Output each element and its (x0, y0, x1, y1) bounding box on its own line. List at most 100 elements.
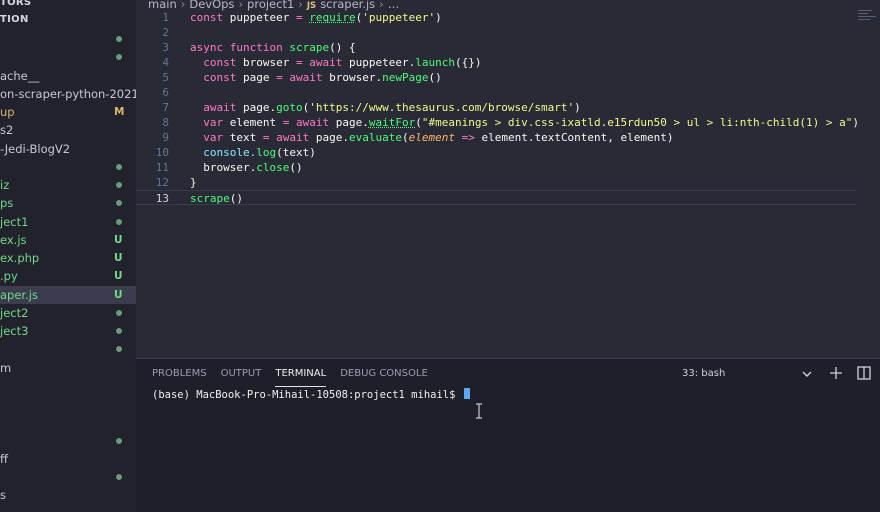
terminal-line[interactable]: (base) MacBook-Pro-Mihail-10508:project1… (152, 388, 470, 401)
tab-debug-console[interactable]: DEBUG CONSOLE (340, 367, 428, 387)
git-status-badge: M (114, 106, 125, 118)
code-line[interactable]: 5 const page = await browser.newPage() (136, 70, 856, 85)
code-text: async function scrape() { (190, 41, 356, 54)
sidebar-item[interactable]: s (0, 486, 136, 504)
plus-icon[interactable] (828, 365, 844, 381)
line-number: 3 (162, 41, 169, 54)
terminal-cursor (463, 388, 470, 399)
code-editor[interactable]: main › DevOps › project1 › JS scraper.js ›… 1 con… (136, 0, 880, 358)
explorer-sidebar: TORS TION ache__ on-scraper-python-2021 up… (0, 0, 136, 512)
sidebar-item-label: .py (0, 269, 18, 283)
line-number: 2 (162, 26, 169, 39)
code-text: const puppeteer = require('puppeteer') (190, 11, 442, 24)
git-status-badge: U (114, 234, 123, 246)
sidebar-item[interactable]: .py U (0, 267, 136, 285)
code-text: } (190, 176, 197, 189)
code-line[interactable]: 1 const puppeteer = require('puppeteer') (136, 10, 856, 25)
sidebar-item[interactable] (0, 432, 136, 450)
tab-problems[interactable]: PROBLEMS (152, 367, 207, 387)
chevron-down-icon[interactable] (800, 367, 814, 381)
sidebar-item-label: m (0, 361, 12, 375)
sidebar-item[interactable] (0, 468, 136, 486)
sidebar-item-label: on-scraper-python-2021 (0, 87, 136, 101)
code-line[interactable]: 2 (136, 25, 856, 40)
sidebar-item-label: ject2 (0, 306, 29, 320)
git-status-dot-icon (116, 36, 122, 42)
sidebar-item[interactable]: m (0, 359, 136, 377)
sidebar-item-label: ex.php (0, 251, 40, 265)
split-icon[interactable] (856, 365, 872, 381)
tab-output[interactable]: OUTPUT (221, 367, 262, 387)
sidebar-item[interactable] (0, 413, 136, 431)
text-cursor-icon (476, 403, 482, 419)
sidebar-section-header: TORS (0, 0, 32, 8)
sidebar-item[interactable]: up M (0, 103, 136, 121)
minimap[interactable] (858, 10, 876, 32)
code-text: const page = await browser.newPage() (190, 71, 442, 84)
terminal-prompt: (base) MacBook-Pro-Mihail-10508:project1… (152, 389, 462, 401)
code-line[interactable]: 10 console.log(text) (136, 145, 856, 160)
line-number: 6 (162, 86, 169, 99)
sidebar-item[interactable]: ache__ (0, 67, 136, 85)
code-area[interactable]: 1 const puppeteer = require('puppeteer') 2… (136, 10, 859, 205)
code-line[interactable]: 13 scrape() (136, 190, 856, 205)
sidebar-item[interactable] (0, 30, 136, 48)
line-number: 10 (155, 146, 169, 159)
sidebar-item[interactable] (0, 395, 136, 413)
git-status-badge: U (114, 252, 123, 264)
git-status-dot-icon (116, 438, 122, 444)
sidebar-item[interactable]: -Jedi-BlogV2 (0, 140, 136, 158)
git-status-dot-icon (116, 474, 122, 480)
git-status-dot-icon (116, 164, 122, 170)
sidebar-item-label: ache__ (0, 69, 40, 83)
tab-terminal[interactable]: TERMINAL (275, 367, 327, 387)
sidebar-item[interactable]: iz (0, 176, 136, 194)
sidebar-item[interactable]: s2 (0, 121, 136, 139)
sidebar-item[interactable] (0, 340, 136, 358)
code-line[interactable]: 9 var text = await page.evaluate(element… (136, 130, 856, 145)
git-status-badge: U (114, 289, 123, 301)
code-text: browser.close() (190, 161, 303, 174)
git-status-dot-icon (116, 346, 122, 352)
sidebar-item[interactable]: on-scraper-python-2021 (0, 85, 136, 103)
sidebar-item-label: aper.js (0, 288, 38, 302)
sidebar-item-label: ject1 (0, 215, 29, 229)
sidebar-item[interactable] (0, 48, 136, 66)
line-number: 5 (162, 71, 169, 84)
sidebar-item[interactable]: ff (0, 450, 136, 468)
sidebar-item[interactable]: ps (0, 194, 136, 212)
code-line[interactable]: 3 async function scrape() { (136, 40, 856, 55)
sidebar-item-label: ject3 (0, 324, 29, 338)
code-text: scrape() (190, 192, 243, 205)
code-line[interactable]: 11 browser.close() (136, 160, 856, 175)
sidebar-item[interactable] (0, 158, 136, 176)
sidebar-item[interactable]: ject3 (0, 322, 136, 340)
sidebar-item-label: ff (0, 452, 8, 466)
git-status-dot-icon (116, 328, 122, 334)
code-line[interactable]: 6 (136, 85, 856, 100)
sidebar-item[interactable]: ex.js U (0, 231, 136, 249)
sidebar-section-header: TION (0, 14, 29, 25)
line-number: 8 (162, 116, 169, 129)
panel-tabs: PROBLEMS OUTPUT TERMINAL DEBUG CONSOLE (152, 367, 442, 387)
sidebar-item-label: s (0, 488, 6, 502)
sidebar-item-label: ps (0, 196, 14, 210)
sidebar-item[interactable]: ject1 (0, 213, 136, 231)
code-line[interactable]: 12} (136, 175, 856, 190)
sidebar-item-label: up (0, 105, 15, 119)
sidebar-item-label: iz (0, 178, 10, 192)
sidebar-item[interactable] (0, 377, 136, 395)
code-text: var element = await page.waitFor("#meani… (190, 116, 859, 129)
sidebar-item[interactable]: ex.php U (0, 249, 136, 267)
git-status-dot-icon (116, 200, 122, 206)
sidebar-item[interactable]: aper.js U (0, 286, 136, 304)
code-line[interactable]: 4 const browser = await puppeteer.launch… (136, 55, 856, 70)
code-line[interactable]: 7 await page.goto('https://www.thesaurus… (136, 100, 856, 115)
bottom-panel: PROBLEMS OUTPUT TERMINAL DEBUG CONSOLE 33: … (136, 358, 880, 512)
line-number: 13 (155, 192, 169, 205)
sidebar-item[interactable]: ject2 (0, 304, 136, 322)
git-status-dot-icon (116, 54, 122, 60)
code-line[interactable]: 8 var element = await page.waitFor("#mea… (136, 115, 859, 130)
git-status-dot-icon (116, 219, 122, 225)
terminal-select[interactable]: 33: bash (682, 368, 725, 379)
